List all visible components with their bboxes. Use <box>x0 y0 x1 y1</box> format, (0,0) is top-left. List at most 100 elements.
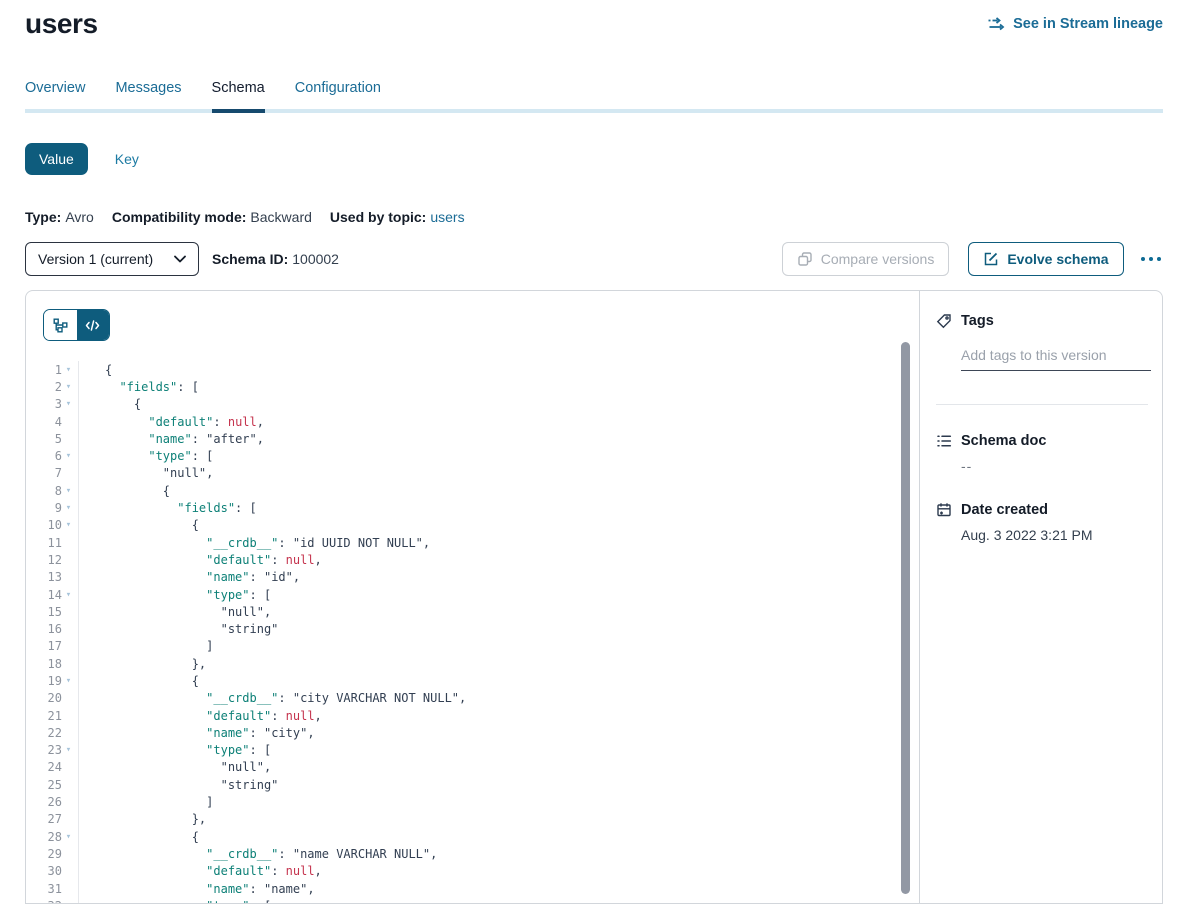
line-gutter: 13 <box>26 569 79 586</box>
value-tab-button[interactable]: Value <box>25 143 88 175</box>
date-created-section: Date created Aug. 3 2022 3:21 PM <box>936 502 1148 543</box>
line-gutter: 9▾ <box>26 499 79 516</box>
add-tags-input[interactable] <box>961 345 1151 371</box>
compatibility-value: Backward <box>250 209 311 225</box>
compare-versions-icon <box>797 251 813 267</box>
fold-toggle-icon[interactable]: ▾ <box>62 901 75 904</box>
tree-view-button[interactable] <box>44 310 77 340</box>
schema-meta: Type:Avro Compatibility mode:Backward Us… <box>25 209 1163 225</box>
tab-configuration[interactable]: Configuration <box>295 80 381 113</box>
stream-lineage-icon <box>988 17 1006 31</box>
schema-id-value: 100002 <box>292 251 339 267</box>
date-created-value: Aug. 3 2022 3:21 PM <box>961 527 1148 543</box>
line-number: 31 <box>48 882 62 896</box>
editor-view-toggle <box>43 309 110 341</box>
code-view-button[interactable] <box>77 310 110 340</box>
code-text: { <box>79 484 170 498</box>
line-number: 15 <box>48 605 62 619</box>
line-gutter: 16 <box>26 620 79 637</box>
code-text: ] <box>79 795 213 809</box>
compare-versions-label: Compare versions <box>821 251 935 267</box>
line-gutter: 28▾ <box>26 828 79 845</box>
version-select[interactable]: Version 1 (current) <box>25 242 199 276</box>
topic-label: Used by topic: <box>330 209 426 225</box>
line-gutter: 3▾ <box>26 396 79 413</box>
line-gutter: 23▾ <box>26 742 79 759</box>
line-number: 21 <box>48 709 62 723</box>
fold-toggle-icon[interactable]: ▾ <box>62 520 75 530</box>
line-number: 27 <box>48 812 62 826</box>
line-gutter: 15 <box>26 603 79 620</box>
tags-title: Tags <box>961 313 994 329</box>
fold-toggle-icon[interactable]: ▾ <box>62 590 75 600</box>
line-number: 8 <box>55 484 62 498</box>
code-line: 29 "__crdb__": "name VARCHAR NULL", <box>26 845 919 862</box>
sidebar-divider <box>936 404 1148 405</box>
code-text: "default": null, <box>79 415 264 429</box>
line-number: 1 <box>55 363 62 377</box>
line-gutter: 20 <box>26 690 79 707</box>
code-text: "name": "city", <box>79 726 315 740</box>
tab-overview[interactable]: Overview <box>25 80 85 113</box>
line-gutter: 17 <box>26 638 79 655</box>
line-number: 4 <box>55 415 62 429</box>
tab-schema[interactable]: Schema <box>212 80 265 113</box>
line-number: 3 <box>55 397 62 411</box>
fold-toggle-icon[interactable]: ▾ <box>62 382 75 392</box>
schema-id-label: Schema ID: <box>212 251 288 267</box>
fold-toggle-icon[interactable]: ▾ <box>62 451 75 461</box>
fold-toggle-icon[interactable]: ▾ <box>62 365 75 375</box>
schema-editor: 1▾{2▾ "fields": [3▾ {4 "default": null,5… <box>26 291 919 903</box>
code-line: 12 "default": null, <box>26 551 919 568</box>
code-line: 2▾ "fields": [ <box>26 378 919 395</box>
editor-scrollbar[interactable] <box>901 342 910 894</box>
tab-messages[interactable]: Messages <box>115 80 181 113</box>
fold-toggle-icon[interactable]: ▾ <box>62 486 75 496</box>
fold-toggle-icon[interactable]: ▾ <box>62 676 75 686</box>
code-text: }, <box>79 812 206 826</box>
line-gutter: 29 <box>26 845 79 862</box>
edit-icon <box>983 251 999 267</box>
code-line: 24 "null", <box>26 759 919 776</box>
fold-toggle-icon[interactable]: ▾ <box>62 832 75 842</box>
stream-lineage-link[interactable]: See in Stream lineage <box>988 16 1163 32</box>
key-tab-link[interactable]: Key <box>115 151 139 167</box>
fold-toggle-icon[interactable]: ▾ <box>62 745 75 755</box>
code-line: 27 }, <box>26 811 919 828</box>
line-gutter: 14▾ <box>26 586 79 603</box>
compare-versions-button[interactable]: Compare versions <box>782 242 950 276</box>
more-options-button[interactable] <box>1139 251 1164 268</box>
code-lines: 1▾{2▾ "fields": [3▾ {4 "default": null,5… <box>26 361 919 904</box>
date-created-title: Date created <box>961 502 1048 518</box>
compatibility-label: Compatibility mode: <box>112 209 247 225</box>
code-line: 10▾ { <box>26 517 919 534</box>
line-gutter: 11 <box>26 534 79 551</box>
line-number: 30 <box>48 864 62 878</box>
line-gutter: 27 <box>26 811 79 828</box>
code-text: }, <box>79 657 206 671</box>
page: users See in Stream lineage Overview Mes… <box>25 0 1163 904</box>
fold-toggle-icon[interactable]: ▾ <box>62 399 75 409</box>
line-number: 20 <box>48 691 62 705</box>
date-created-header: Date created <box>936 502 1148 518</box>
code-text: "type": [ <box>79 743 271 757</box>
code-line: 32▾ "type": [ <box>26 897 919 904</box>
line-number: 2 <box>55 380 62 394</box>
type-label: Type: <box>25 209 61 225</box>
code-text: { <box>79 830 199 844</box>
code-line: 13 "name": "id", <box>26 569 919 586</box>
line-number: 11 <box>48 536 62 550</box>
code-text: "null", <box>79 605 271 619</box>
version-select-value: Version 1 (current) <box>38 251 153 267</box>
topic-link[interactable]: users <box>430 209 464 225</box>
code-text: "fields": [ <box>79 380 199 394</box>
line-number: 18 <box>48 657 62 671</box>
code-text: "__crdb__": "id UUID NOT NULL", <box>79 536 430 550</box>
fold-toggle-icon[interactable]: ▾ <box>62 503 75 513</box>
line-number: 25 <box>48 778 62 792</box>
code-line: 17 ] <box>26 638 919 655</box>
evolve-schema-button[interactable]: Evolve schema <box>968 242 1123 276</box>
code-line: 28▾ { <box>26 828 919 845</box>
line-gutter: 21 <box>26 707 79 724</box>
line-gutter: 4 <box>26 413 79 430</box>
